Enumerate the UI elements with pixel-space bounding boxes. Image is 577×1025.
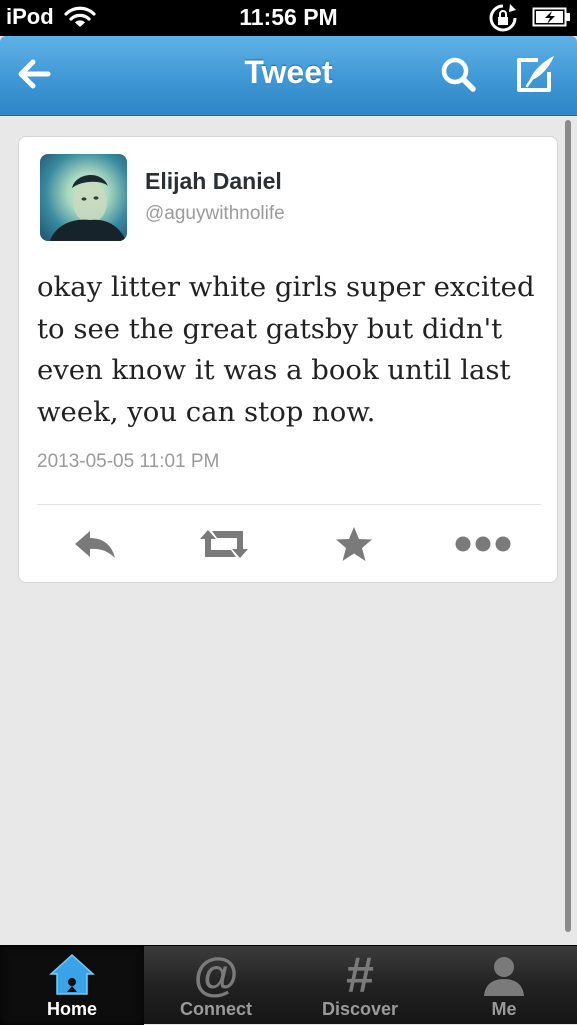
at-sign-icon: @	[194, 952, 239, 998]
divider	[37, 504, 541, 505]
reply-icon	[75, 531, 115, 558]
tab-home-label: Home	[46, 999, 97, 1019]
page-title: Tweet	[244, 54, 333, 90]
author-handle[interactable]: @aguywithnolife	[145, 203, 285, 225]
favorite-star-icon	[336, 527, 372, 561]
nav-bar: Tweet	[0, 36, 577, 116]
status-bar: iPod 11:56 PM	[0, 0, 577, 36]
tweet-card: Elijah Daniel @aguywithnolife okay litte…	[18, 136, 558, 583]
tweet-detail-view[interactable]: Elijah Daniel @aguywithnolife okay litte…	[0, 116, 577, 945]
hash-icon: #	[346, 952, 374, 998]
rotation-lock-icon	[489, 4, 517, 32]
author-name[interactable]: Elijah Daniel	[145, 168, 282, 195]
scrollbar[interactable]	[565, 120, 571, 932]
more-button[interactable]	[453, 519, 513, 569]
tweet-timestamp: 2013-05-05 11:01 PM	[37, 451, 220, 472]
more-dots-icon	[455, 536, 511, 552]
retweet-button[interactable]	[194, 519, 254, 569]
avatar-photo	[50, 174, 126, 241]
favorite-button[interactable]	[324, 519, 384, 569]
tab-connect[interactable]: @ Connect	[144, 946, 288, 1025]
compose-icon[interactable]	[512, 52, 558, 96]
svg-text:@: @	[194, 952, 239, 998]
tweet-text: okay litter white girls super excited to…	[37, 271, 535, 428]
tab-discover-label: Discover	[321, 999, 399, 1019]
retweet-icon	[200, 530, 248, 558]
avatar[interactable]	[40, 154, 127, 241]
person-icon	[484, 957, 524, 996]
tab-connect-label: Connect	[180, 999, 252, 1019]
tab-bar: Home @ Connect # Discover Me	[0, 945, 577, 1025]
tab-discover[interactable]: # Discover	[288, 946, 432, 1025]
home-icon	[49, 953, 95, 995]
tab-me[interactable]: Me	[432, 946, 576, 1025]
tab-home[interactable]: Home	[0, 946, 144, 1025]
search-icon[interactable]	[438, 54, 478, 94]
battery-icon	[532, 7, 570, 27]
reply-button[interactable]	[65, 519, 125, 569]
svg-text:#: #	[346, 952, 374, 998]
tab-me-label: Me	[491, 999, 517, 1019]
